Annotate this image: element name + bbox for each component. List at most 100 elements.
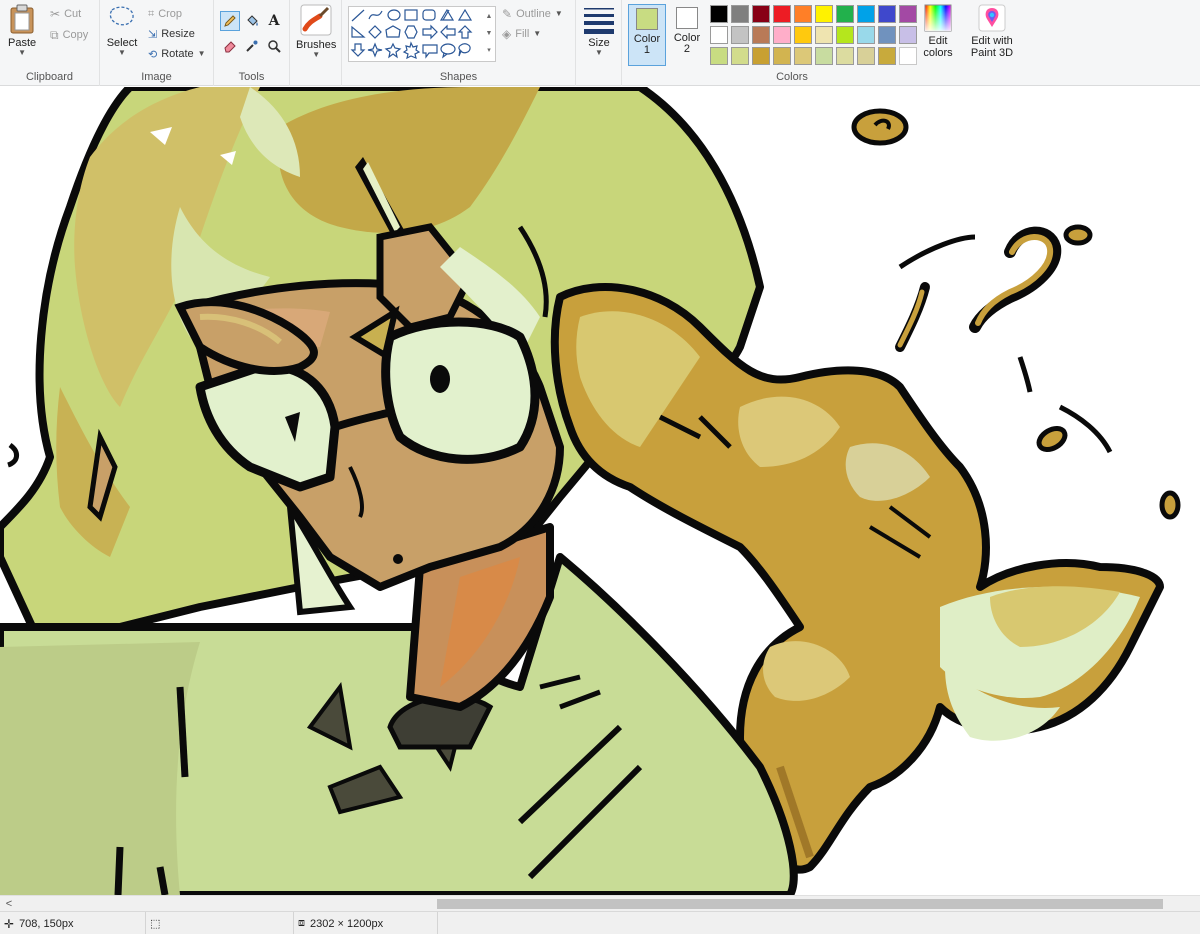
shapes-scroll[interactable]: ▲ ▼ ▾ — [484, 8, 494, 60]
rotate-button[interactable]: ⟲ Rotate ▼ — [148, 45, 206, 63]
palette-color-2-3[interactable] — [752, 26, 770, 44]
outline-label: Outline — [516, 8, 551, 20]
image-size-icon: ⧈ — [298, 917, 305, 929]
cut-label: Cut — [64, 8, 82, 20]
palette-color-3-7[interactable] — [836, 47, 854, 65]
cut-button[interactable]: ✂ Cut — [50, 5, 81, 23]
brushes-group: Brushes ▼ — [290, 0, 342, 86]
crop-label: Crop — [158, 8, 183, 20]
text-icon: A — [268, 13, 280, 29]
fill-tool[interactable] — [242, 11, 262, 31]
palette-color-2-7[interactable] — [836, 26, 854, 44]
shapes-gallery-icons — [350, 8, 473, 60]
canvas-artwork — [0, 87, 1200, 895]
horizontal-scrollbar[interactable]: < — [0, 895, 1200, 911]
palette-color-3-8[interactable] — [857, 47, 875, 65]
copy-label: Copy — [62, 29, 89, 41]
palette-color-2-4[interactable] — [773, 26, 791, 44]
fill-dropdown-icon[interactable]: ▼ — [533, 30, 541, 38]
scroll-left-icon[interactable]: < — [2, 897, 16, 911]
brushes-button[interactable]: Brushes ▼ — [296, 4, 336, 59]
color-picker-tool[interactable] — [242, 36, 262, 56]
size-button[interactable]: Size ▼ — [583, 4, 615, 57]
edit-with-paint3d-button[interactable]: Edit with Paint 3D — [964, 4, 1020, 59]
palette-color-2-1[interactable] — [710, 26, 728, 44]
clipboard-group-label: Clipboard — [25, 71, 74, 83]
select-button[interactable]: Select ▼ — [106, 4, 138, 57]
crop-button[interactable]: ⌗ Crop — [148, 5, 182, 23]
free-form-select-icon — [109, 6, 134, 26]
palette-color-3-6[interactable] — [815, 47, 833, 65]
paint3d-group: Edit with Paint 3D — [962, 0, 1022, 86]
outline-icon: ✎ — [502, 7, 513, 21]
palette-color-2-2[interactable] — [731, 26, 749, 44]
palette-color-2-6[interactable] — [815, 26, 833, 44]
shapes-group: ▲ ▼ ▾ ✎ Outline ▼ ◈ Fill ▼ Shapes — [342, 0, 576, 86]
rotate-label: Rotate — [161, 48, 194, 60]
outline-button[interactable]: ✎ Outline ▼ — [502, 5, 563, 23]
outline-dropdown-icon[interactable]: ▼ — [555, 10, 563, 18]
palette-color-1-6[interactable] — [815, 5, 833, 23]
shapes-gallery — [348, 6, 496, 62]
palette-color-1-10[interactable] — [899, 5, 917, 23]
text-tool[interactable]: A — [264, 11, 284, 31]
color-spectrum-icon — [924, 4, 952, 32]
eraser-icon — [224, 41, 236, 53]
edit-colors-button[interactable]: Edit colors — [918, 4, 958, 59]
palette-color-1-8[interactable] — [857, 5, 875, 23]
palette-color-1-1[interactable] — [710, 5, 728, 23]
palette-color-1-2[interactable] — [731, 5, 749, 23]
brush-icon — [300, 4, 332, 36]
paint3d-icon — [978, 4, 1006, 32]
color2-swatch — [676, 7, 698, 29]
eyedropper-icon — [246, 40, 258, 52]
palette-color-2-10[interactable] — [899, 26, 917, 44]
line-size-icon — [584, 8, 614, 34]
ribbon: Paste ▼ ✂ Cut ⧉ Copy Clipboard Select ▼ … — [0, 0, 1200, 86]
palette-color-3-2[interactable] — [731, 47, 749, 65]
palette-color-1-4[interactable] — [773, 5, 791, 23]
palette-color-3-10[interactable] — [899, 47, 917, 65]
cursor-position: 708, 150px — [19, 917, 74, 930]
scrollbar-thumb[interactable] — [437, 899, 1163, 909]
color1-button[interactable]: Color 1 — [628, 4, 666, 66]
colors-group: Color 1 Color 2 Edit colors Colors — [622, 0, 962, 86]
copy-button[interactable]: ⧉ Copy — [50, 26, 88, 44]
palette-color-1-5[interactable] — [794, 5, 812, 23]
pencil-tool[interactable] — [220, 11, 240, 31]
crop-icon: ⌗ — [148, 7, 155, 20]
resize-icon: ⇲ — [148, 28, 158, 41]
cursor-position-segment: ✛ 708, 150px — [0, 912, 146, 934]
magnifier-tool[interactable] — [264, 36, 284, 56]
palette-color-3-9[interactable] — [878, 47, 896, 65]
scissors-icon: ✂ — [50, 7, 61, 21]
select-dropdown-icon[interactable]: ▼ — [118, 49, 126, 57]
palette-color-2-5[interactable] — [794, 26, 812, 44]
fill-button[interactable]: ◈ Fill ▼ — [502, 25, 541, 43]
eraser-tool[interactable] — [220, 36, 240, 56]
color2-button[interactable]: Color 2 — [668, 4, 706, 66]
image-group-label: Image — [141, 71, 172, 83]
palette-color-1-7[interactable] — [836, 5, 854, 23]
palette-color-2-9[interactable] — [878, 26, 896, 44]
palette-color-3-3[interactable] — [752, 47, 770, 65]
palette-color-3-1[interactable] — [710, 47, 728, 65]
edit-colors-label: Edit colors — [923, 35, 953, 59]
palette-color-3-5[interactable] — [794, 47, 812, 65]
color2-index: 2 — [683, 43, 691, 55]
tools-group: A Tools — [214, 0, 290, 86]
palette-color-2-8[interactable] — [857, 26, 875, 44]
rotate-dropdown-icon[interactable]: ▼ — [198, 50, 206, 58]
resize-button[interactable]: ⇲ Resize — [148, 25, 195, 43]
brushes-dropdown-icon[interactable]: ▼ — [312, 51, 320, 59]
paste-button[interactable]: Paste ▼ — [8, 4, 36, 57]
colors-group-label: Colors — [776, 71, 808, 83]
paint-bucket-icon — [247, 15, 258, 26]
palette-color-3-4[interactable] — [773, 47, 791, 65]
palette-color-1-9[interactable] — [878, 5, 896, 23]
status-bar: ✛ 708, 150px ⬚ ⧈ 2302 × 1200px — [0, 911, 1200, 934]
drawing-canvas[interactable] — [0, 87, 1200, 895]
paste-dropdown-icon[interactable]: ▼ — [18, 49, 26, 57]
palette-color-1-3[interactable] — [752, 5, 770, 23]
size-dropdown-icon[interactable]: ▼ — [595, 49, 603, 57]
